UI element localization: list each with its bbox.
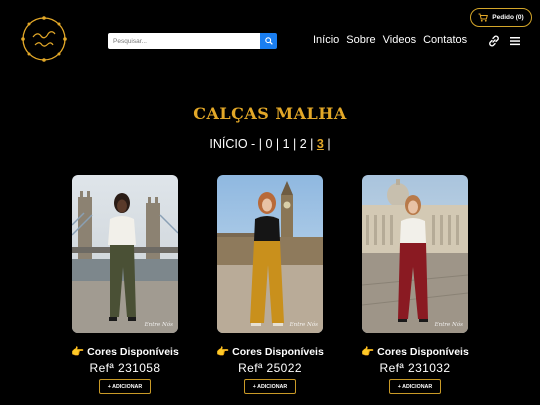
- product-ref: Refª 25022: [238, 361, 302, 375]
- watermark: Entre Nós: [289, 322, 318, 329]
- product-card: Entre Nós 👉 Cores Disponíveis Refª 23103…: [361, 175, 469, 394]
- main-nav: Início Sobre Videos Contatos: [313, 34, 467, 46]
- search-icon: [264, 37, 273, 45]
- add-to-order-button[interactable]: + ADICIONAR: [244, 379, 296, 394]
- nav-link-sobre[interactable]: Sobre: [346, 34, 375, 46]
- available-colors-label: 👉 Cores Disponíveis: [71, 346, 179, 358]
- product-ref: Refª 231032: [379, 361, 451, 375]
- menu-icon[interactable]: [508, 34, 522, 48]
- add-to-order-button[interactable]: + ADICIONAR: [389, 379, 441, 394]
- page-title: CALÇAS MALHA: [193, 104, 347, 123]
- search-bar: [108, 33, 277, 49]
- search-button[interactable]: [260, 33, 277, 49]
- add-to-order-button[interactable]: + ADICIONAR: [99, 379, 151, 394]
- search-input[interactable]: [108, 33, 260, 49]
- pagination-start[interactable]: INÍCIO - |: [209, 137, 262, 151]
- available-colors-label: 👉 Cores Disponíveis: [361, 346, 469, 358]
- product-image[interactable]: Entre Nós: [362, 175, 468, 333]
- available-colors-label: 👉 Cores Disponíveis: [216, 346, 324, 358]
- link-icon[interactable]: [487, 34, 501, 48]
- page-link-1[interactable]: 1: [283, 137, 290, 151]
- page-link-0[interactable]: 0: [265, 137, 272, 151]
- pagination: INÍCIO - | 0 | 1 | 2 | 3 |: [209, 137, 331, 151]
- cart-label: Pedido (0): [492, 14, 524, 21]
- page-link-2[interactable]: 2: [300, 137, 307, 151]
- watermark: Entre Nós: [434, 322, 463, 329]
- product-image[interactable]: Entre Nós: [72, 175, 178, 333]
- brand-logo[interactable]: [18, 13, 70, 65]
- nav-link-inicio[interactable]: Início: [313, 34, 339, 46]
- page-link-3-current[interactable]: 3: [317, 137, 324, 151]
- product-card: Entre Nós 👉 Cores Disponíveis Refª 23105…: [71, 175, 179, 394]
- nav-link-videos[interactable]: Videos: [383, 34, 416, 46]
- product-card: Entre Nós 👉 Cores Disponíveis Refª 25022…: [216, 175, 324, 394]
- cart-button[interactable]: Pedido (0): [470, 8, 532, 27]
- product-image[interactable]: Entre Nós: [217, 175, 323, 333]
- cart-icon: [478, 13, 489, 22]
- watermark: Entre Nós: [144, 322, 173, 329]
- nav-link-contatos[interactable]: Contatos: [423, 34, 467, 46]
- product-ref: Refª 231058: [89, 361, 161, 375]
